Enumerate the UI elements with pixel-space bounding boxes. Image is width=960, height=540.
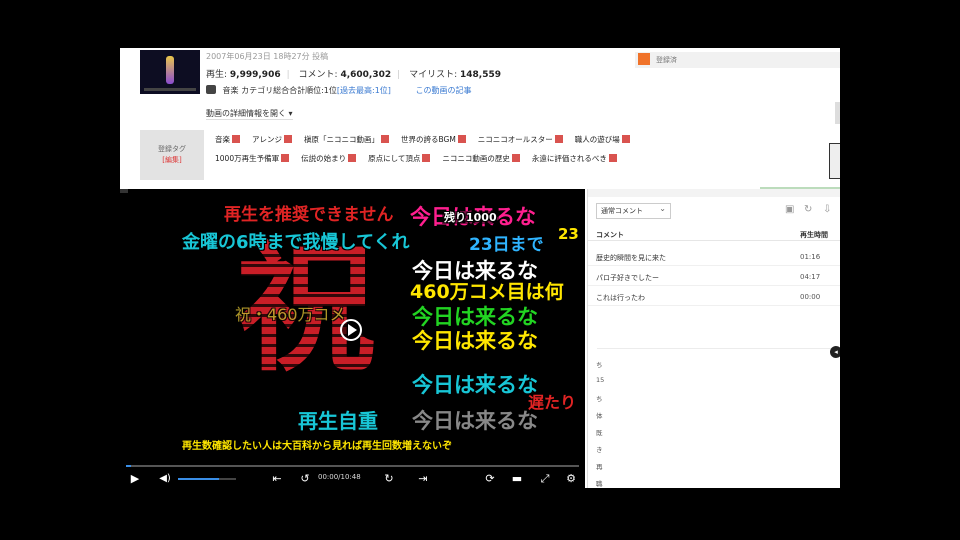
tag-item[interactable]: 槇原「ニコニコ動画」 bbox=[304, 134, 389, 145]
play-overlay-icon[interactable] bbox=[340, 319, 362, 341]
danmaku-comment: 23日まで bbox=[469, 235, 544, 255]
register-label: 登録済 bbox=[656, 56, 677, 64]
uploader-thumbnail[interactable] bbox=[140, 50, 200, 94]
screen-recording-frame: 2007年06月23日 18時27分 投稿 再生: 9,999,906 | コメン… bbox=[120, 0, 840, 540]
past-rank-link[interactable]: [過去最高:1位] bbox=[337, 86, 391, 95]
fullscreen-icon[interactable]: ⤢ bbox=[538, 472, 552, 485]
dictionary-icon[interactable] bbox=[348, 154, 357, 162]
panel-collapse-icon[interactable]: ◂ bbox=[830, 346, 840, 358]
tag-box: 登録タグ [編集] bbox=[140, 130, 204, 180]
player-controls: ▶ ◀) ⇤ ↺ 00:00/10:48 ↻ ⇥ ⟳ ▬ ⤢ ⚙ bbox=[120, 469, 585, 488]
dictionary-icon[interactable] bbox=[511, 154, 520, 162]
danmaku-comment: 再生を推奨できません bbox=[224, 205, 394, 225]
partial-comment-column: ち 15 ち 体 既 き 再 職 bbox=[596, 361, 605, 488]
genre-icon bbox=[206, 85, 216, 94]
view-count-label: 再生: bbox=[206, 70, 228, 80]
dictionary-icon[interactable] bbox=[381, 135, 389, 143]
video-page: 2007年06月23日 18時27分 投稿 再生: 9,999,906 | コメン… bbox=[120, 48, 840, 488]
tag-item[interactable]: 音楽 bbox=[215, 134, 240, 145]
side-panel-button[interactable] bbox=[829, 143, 840, 179]
mylist-count: 148,559 bbox=[459, 70, 501, 80]
volume-fill bbox=[178, 478, 219, 480]
download-icon[interactable]: ⇩ bbox=[823, 204, 834, 215]
scroll-edge bbox=[835, 102, 840, 124]
genre-rank: カテゴリ総合合計順位:1位 bbox=[241, 86, 337, 95]
overlay-panel bbox=[597, 348, 840, 488]
loop-icon[interactable]: ⟳ bbox=[483, 472, 497, 485]
tag-list: 音楽 アレンジ 槇原「ニコニコ動画」 世界の誇るBGM ニコニコオールスター 職… bbox=[215, 130, 735, 168]
tag-box-label: 登録タグ bbox=[158, 145, 186, 153]
danmaku-comment: 今日は来るな bbox=[412, 329, 538, 353]
settings-gear-icon[interactable]: ⚙ bbox=[564, 472, 578, 485]
time-display: 00:00/10:48 bbox=[318, 473, 361, 481]
dictionary-icon[interactable] bbox=[554, 135, 563, 143]
tag-row: 1000万再生予備軍 伝説の始まり 原点にして頂点 ニコニコ動画の歴史 永遠に評… bbox=[215, 149, 735, 168]
dictionary-icon[interactable] bbox=[281, 154, 290, 162]
comment-toggle-icon[interactable]: ▬ bbox=[510, 472, 524, 485]
comment-row[interactable]: パロ子好きでしたー 04:17 bbox=[588, 268, 840, 286]
tag-edit-link[interactable]: [編集] bbox=[140, 155, 204, 166]
tag-row: 音楽 アレンジ 槇原「ニコニコ動画」 世界の誇るBGM ニコニコオールスター 職… bbox=[215, 130, 735, 149]
tag-item[interactable]: 1000万再生予備軍 bbox=[215, 153, 290, 164]
tag-item[interactable]: 原点にして頂点 bbox=[368, 153, 431, 164]
danmaku-comment: 再生数確認したい人は大百科から見れば再生回数増えないぞ bbox=[182, 441, 452, 452]
tag-item[interactable]: ニコニコ動画の歴史 bbox=[442, 153, 520, 164]
tag-item[interactable]: 世界の誇るBGM bbox=[401, 134, 466, 145]
danmaku-comment: 再生自重 bbox=[298, 409, 378, 433]
panel-tools: ▣ ↻ ⇩ bbox=[785, 204, 834, 215]
dictionary-icon[interactable] bbox=[608, 154, 617, 162]
dictionary-icon[interactable] bbox=[422, 154, 431, 162]
column-time[interactable]: 再生時間 bbox=[800, 230, 828, 240]
forward-icon[interactable]: ↻ bbox=[382, 472, 396, 485]
genre-line: 音楽 カテゴリ総合合計順位:1位[過去最高:1位] この動画の記事 bbox=[206, 85, 471, 96]
video-stats: 再生: 9,999,906 | コメント: 4,600,302 | マイリスト: 1… bbox=[206, 70, 501, 80]
seek-bar-fill bbox=[126, 465, 131, 467]
dictionary-icon[interactable] bbox=[621, 135, 630, 143]
skip-end-icon[interactable]: ⇥ bbox=[416, 472, 430, 485]
danmaku-comment: 460万コメ目は何 bbox=[410, 281, 564, 303]
video-details-toggle[interactable]: 動画の詳細情報を開く ▾ bbox=[206, 108, 293, 120]
posted-date: 2007年06月23日 18時27分 投稿 bbox=[206, 52, 329, 61]
view-count: 9,999,906 bbox=[229, 70, 281, 80]
rewind-icon[interactable]: ↺ bbox=[298, 472, 312, 485]
danmaku-comment: 今日は来るな bbox=[412, 373, 538, 397]
dictionary-icon[interactable] bbox=[284, 135, 292, 143]
dictionary-icon[interactable] bbox=[457, 135, 466, 143]
dictionary-icon[interactable] bbox=[232, 135, 240, 143]
play-icon[interactable]: ▶ bbox=[128, 472, 142, 485]
comment-count-label: コメント: bbox=[298, 70, 338, 80]
tag-item[interactable]: 職人の遊び場 bbox=[575, 134, 630, 145]
danmaku-comment: 23 bbox=[558, 225, 579, 243]
comment-count: 4,600,302 bbox=[340, 70, 392, 80]
danmaku-comment: 今日は来るな bbox=[412, 305, 538, 329]
comment-row[interactable]: 歴史的瞬間を見に来た 01:16 bbox=[588, 248, 840, 266]
seek-bar[interactable] bbox=[126, 465, 579, 467]
comment-list-header: コメント 再生時間 bbox=[588, 227, 840, 241]
player-corner bbox=[120, 189, 128, 193]
panel-tabs bbox=[588, 189, 840, 197]
danmaku-comment: 今日は来るな bbox=[412, 409, 538, 433]
genre-label: 音楽 bbox=[222, 86, 239, 95]
calendar-icon[interactable]: ▣ bbox=[785, 204, 796, 215]
danmaku-comment: 祝・460万コメ bbox=[235, 305, 346, 324]
comment-row[interactable]: これは行ったわ 00:00 bbox=[588, 288, 840, 306]
video-article-link[interactable]: この動画の記事 bbox=[415, 86, 471, 95]
register-icon bbox=[638, 53, 650, 65]
tag-item[interactable]: ニコニコオールスター bbox=[478, 134, 563, 145]
remaining-count: 残り1000 bbox=[442, 211, 499, 224]
comment-type-select[interactable]: 通常コメント bbox=[596, 202, 671, 219]
column-comment[interactable]: コメント bbox=[596, 230, 624, 240]
video-player[interactable]: 祝 再生を推奨できません 今日は来るな 残り1000 金曜の6時まで我慢してくれ… bbox=[120, 189, 585, 488]
danmaku-comment: 今日は来るな bbox=[412, 259, 538, 283]
skip-start-icon[interactable]: ⇤ bbox=[270, 472, 284, 485]
volume-slider[interactable] bbox=[178, 478, 236, 480]
danmaku-comment: 金曜の6時まで我慢してくれ bbox=[182, 232, 410, 253]
register-bar[interactable]: 登録済 bbox=[635, 52, 840, 68]
refresh-icon[interactable]: ↻ bbox=[804, 204, 815, 215]
volume-icon[interactable]: ◀) bbox=[158, 472, 172, 485]
tag-item[interactable]: 永遠に評価されるべき bbox=[532, 153, 617, 164]
tag-item[interactable]: 伝説の始まり bbox=[301, 153, 357, 164]
mylist-count-label: マイリスト: bbox=[409, 70, 458, 80]
tag-item[interactable]: アレンジ bbox=[252, 134, 292, 145]
